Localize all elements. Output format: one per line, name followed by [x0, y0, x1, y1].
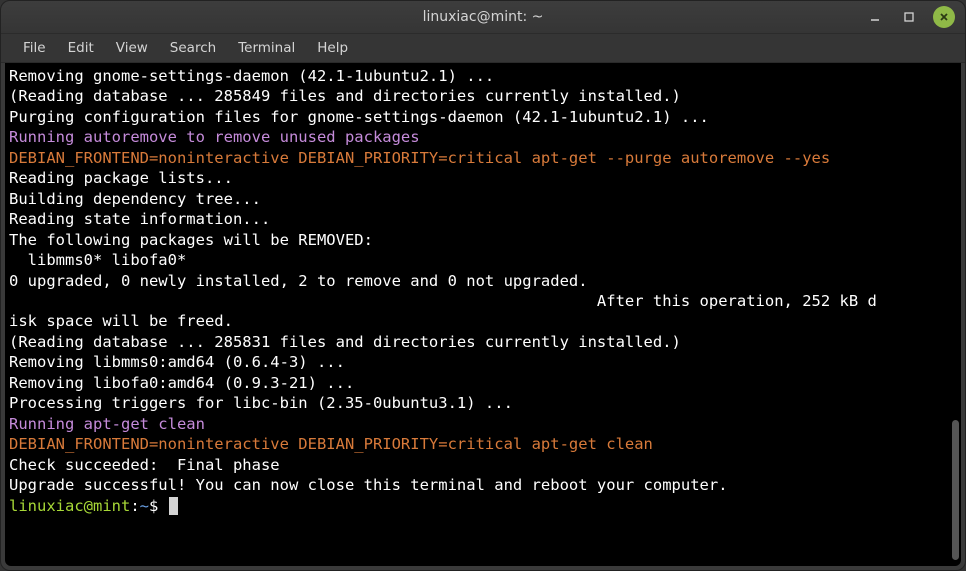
- prompt-sep: :: [130, 497, 139, 515]
- menu-edit[interactable]: Edit: [58, 36, 104, 60]
- prompt-path: ~: [140, 497, 149, 515]
- scrollbar[interactable]: [951, 63, 960, 566]
- terminal-line: Reading package lists...: [9, 168, 957, 188]
- menu-terminal[interactable]: Terminal: [228, 36, 305, 60]
- close-button[interactable]: [933, 6, 955, 28]
- menubar: File Edit View Search Terminal Help: [1, 34, 965, 63]
- menu-file[interactable]: File: [13, 36, 56, 60]
- terminal-line: libmms0* libofa0*: [9, 250, 957, 270]
- terminal-line: Processing triggers for libc-bin (2.35-0…: [9, 393, 957, 413]
- terminal-content: Removing gnome-settings-daemon (42.1-1ub…: [9, 66, 957, 516]
- maximize-button[interactable]: [899, 7, 919, 27]
- window-title: linuxiac@mint: ~: [1, 9, 965, 25]
- terminal-line: (Reading database ... 285849 files and d…: [9, 86, 957, 106]
- titlebar[interactable]: linuxiac@mint: ~: [1, 1, 965, 34]
- prompt-dollar: $: [149, 497, 168, 515]
- menu-help[interactable]: Help: [307, 36, 358, 60]
- terminal-line: 0 upgraded, 0 newly installed, 2 to remo…: [9, 271, 957, 291]
- terminal-line: Check succeeded: Final phase: [9, 455, 957, 475]
- prompt-user-host: linuxiac@mint: [9, 497, 130, 515]
- terminal-line: Reading state information...: [9, 209, 957, 229]
- terminal-line: isk space will be freed.: [9, 311, 957, 331]
- window-controls: [865, 6, 955, 28]
- terminal-line: (Reading database ... 285831 files and d…: [9, 332, 957, 352]
- terminal-line: Running autoremove to remove unused pack…: [9, 127, 957, 147]
- scrollbar-thumb[interactable]: [952, 420, 959, 560]
- terminal-line: Running apt-get clean: [9, 414, 957, 434]
- prompt-line[interactable]: linuxiac@mint:~$: [9, 496, 957, 516]
- terminal-line: Upgrade successful! You can now close th…: [9, 475, 957, 495]
- terminal-line: Purging configuration files for gnome-se…: [9, 107, 957, 127]
- terminal-line: After this operation, 252 kB d: [9, 291, 957, 311]
- terminal-line: Removing gnome-settings-daemon (42.1-1ub…: [9, 66, 957, 86]
- menu-search[interactable]: Search: [160, 36, 226, 60]
- terminal-body[interactable]: Removing gnome-settings-daemon (42.1-1ub…: [5, 63, 961, 566]
- terminal-line: Removing libmms0:amd64 (0.6.4-3) ...: [9, 352, 957, 372]
- terminal-window: linuxiac@mint: ~ File Edit View Search T…: [0, 0, 966, 571]
- cursor: [169, 497, 178, 515]
- terminal-line: Building dependency tree...: [9, 189, 957, 209]
- terminal-line: Removing libofa0:amd64 (0.9.3-21) ...: [9, 373, 957, 393]
- minimize-button[interactable]: [865, 7, 885, 27]
- terminal-line: DEBIAN_FRONTEND=noninteractive DEBIAN_PR…: [9, 148, 957, 168]
- terminal-line: The following packages will be REMOVED:: [9, 230, 957, 250]
- terminal-line: DEBIAN_FRONTEND=noninteractive DEBIAN_PR…: [9, 434, 957, 454]
- menu-view[interactable]: View: [106, 36, 158, 60]
